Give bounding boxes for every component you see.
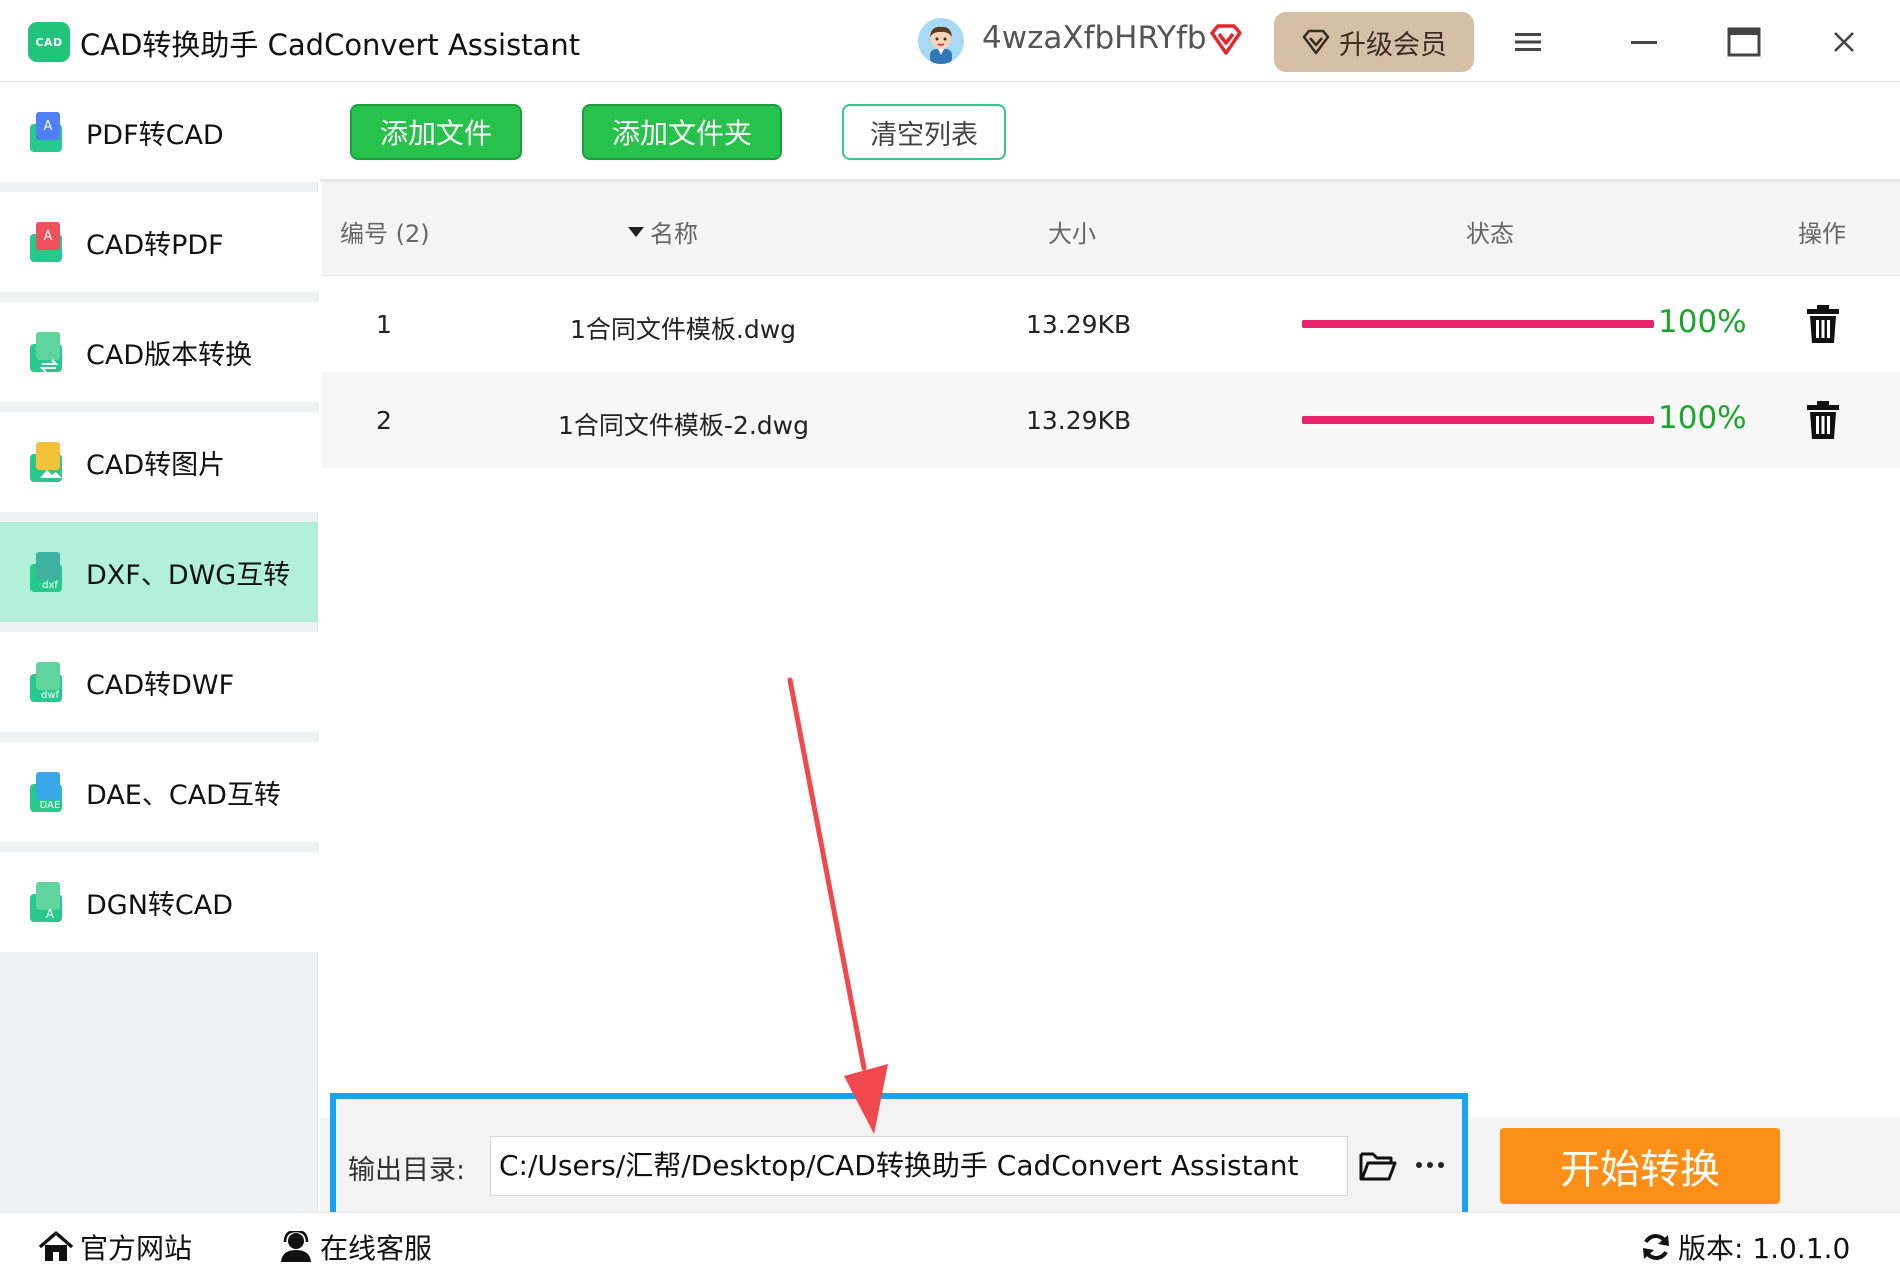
minimize-icon[interactable]	[1622, 20, 1666, 64]
sidebar-item-dae-cad[interactable]: DAE DAE、CAD互转	[0, 742, 318, 842]
progress-percent: 100%	[1658, 400, 1747, 436]
sidebar-item-label: CAD转PDF	[86, 229, 224, 261]
sidebar-item-cad-to-pdf[interactable]: A CAD转PDF	[0, 192, 318, 292]
cad-version-icon	[30, 332, 62, 373]
table-header: 编号 (2) 名称 大小 状态 操作	[322, 182, 1900, 276]
sidebar-item-label: DAE、CAD互转	[86, 779, 281, 811]
toolbar: 添加文件 添加文件夹 清空列表	[320, 82, 1900, 182]
sidebar-item-label: CAD转图片	[86, 449, 226, 481]
official-website-label: 官方网站	[80, 1232, 193, 1265]
output-dir-label: 输出目录:	[348, 1155, 466, 1186]
progress-percent: 100%	[1658, 304, 1747, 340]
row-file-size: 13.29KB	[1026, 310, 1132, 339]
svg-text:DAE: DAE	[40, 800, 61, 811]
row-index: 1	[376, 310, 392, 339]
delete-icon[interactable]	[1806, 400, 1840, 440]
sidebar-item-label: DXF、DWG互转	[86, 559, 291, 591]
version-info[interactable]: 版本: 1.0.1.0	[1640, 1227, 1850, 1267]
dxf-dwg-icon: dxf	[30, 552, 62, 592]
app-logo-icon: CAD	[28, 22, 70, 62]
clear-list-button[interactable]: 清空列表	[842, 104, 1006, 160]
dae-cad-icon: DAE	[30, 772, 62, 812]
app-title: CAD转换助手 CadConvert Assistant	[80, 28, 581, 62]
cad-to-image-icon	[30, 442, 62, 482]
progress-bar	[1302, 416, 1654, 424]
svg-text:A: A	[44, 119, 53, 134]
sort-down-icon	[628, 226, 644, 237]
annotation-arrow-icon	[787, 677, 888, 1134]
close-icon[interactable]	[1822, 20, 1866, 64]
menu-icon[interactable]	[1506, 20, 1550, 64]
home-icon	[38, 1231, 74, 1261]
support-agent-icon	[281, 1231, 311, 1262]
header-size[interactable]: 大小	[1048, 214, 1096, 249]
sidebar-item-label: DGN转CAD	[86, 889, 234, 921]
row-file-name: 1合同文件模板.dwg	[570, 315, 797, 344]
sidebar-item-label: CAD版本转换	[86, 339, 253, 371]
output-path-field[interactable]: C:/Users/汇帮/Desktop/CAD转换助手 CadConvert A…	[490, 1136, 1348, 1196]
svg-text:dwf: dwf	[41, 690, 60, 701]
start-convert-button[interactable]: 开始转换	[1500, 1128, 1780, 1204]
sidebar-item-cad-to-image[interactable]: CAD转图片	[0, 412, 318, 512]
row-index: 2	[376, 406, 392, 435]
sidebar-item-dxf-dwg[interactable]: dxf DXF、DWG互转	[0, 522, 318, 622]
vip-diamond-icon	[1208, 22, 1244, 58]
footer: 官方网站 在线客服 版本: 1.0.1.0	[0, 1212, 1900, 1280]
row-file-name: 1合同文件模板-2.dwg	[558, 411, 809, 440]
upgrade-vip-label: 升级会员	[1339, 29, 1447, 61]
delete-icon[interactable]	[1806, 304, 1840, 344]
sidebar-item-pdf-to-cad[interactable]: A PDF转CAD	[0, 82, 318, 182]
svg-text:dxf: dxf	[42, 580, 58, 591]
maximize-icon[interactable]	[1722, 20, 1766, 64]
header-action: 操作	[1798, 220, 1846, 248]
username[interactable]: 4wzaXfbHRYfb	[982, 20, 1207, 56]
header-name-label: 名称	[650, 220, 698, 248]
title-bar: CAD CAD转换助手 CadConvert Assistant 4wzaXfb…	[0, 0, 1900, 82]
add-folder-button[interactable]: 添加文件夹	[582, 104, 782, 160]
open-folder-icon[interactable]	[1358, 1146, 1398, 1184]
sidebar-item-label: CAD转DWF	[86, 669, 235, 701]
header-index[interactable]: 编号 (2)	[340, 214, 430, 249]
sidebar-item-cad-version[interactable]: CAD版本转换	[0, 302, 318, 402]
pdf-to-cad-icon: A	[30, 112, 62, 152]
sidebar-item-label: PDF转CAD	[86, 119, 224, 151]
progress-bar	[1302, 320, 1654, 328]
svg-text:A: A	[44, 229, 53, 244]
sidebar: A PDF转CAD A CAD转PDF CAD版本转换 CAD转图片 dxf D…	[0, 82, 318, 1212]
official-website-link[interactable]: 官方网站	[38, 1227, 192, 1267]
cad-to-dwf-icon: dwf	[30, 662, 62, 702]
cad-to-pdf-icon: A	[30, 222, 62, 262]
sidebar-item-dgn-to-cad[interactable]: A DGN转CAD	[0, 852, 318, 952]
add-file-button[interactable]: 添加文件	[350, 104, 522, 160]
version-label: 版本: 1.0.1.0	[1678, 1232, 1851, 1265]
upgrade-vip-button[interactable]: 升级会员	[1274, 12, 1474, 72]
more-options-icon[interactable]	[1408, 1146, 1452, 1184]
avatar[interactable]	[918, 18, 964, 64]
online-support-link[interactable]: 在线客服	[278, 1227, 432, 1267]
refresh-icon	[1643, 1234, 1669, 1260]
dgn-to-cad-icon: A	[30, 882, 62, 922]
svg-text:A: A	[46, 907, 55, 921]
header-status: 状态	[1466, 220, 1514, 248]
table-row[interactable]: 1 1合同文件模板.dwg 13.29KB 100%	[322, 276, 1900, 372]
table-row[interactable]: 2 1合同文件模板-2.dwg 13.29KB 100%	[322, 372, 1900, 468]
row-file-size: 13.29KB	[1026, 406, 1132, 435]
header-name[interactable]: 名称	[628, 214, 698, 249]
online-support-label: 在线客服	[320, 1232, 433, 1265]
diamond-icon	[1302, 29, 1330, 55]
sidebar-item-cad-to-dwf[interactable]: dwf CAD转DWF	[0, 632, 318, 732]
